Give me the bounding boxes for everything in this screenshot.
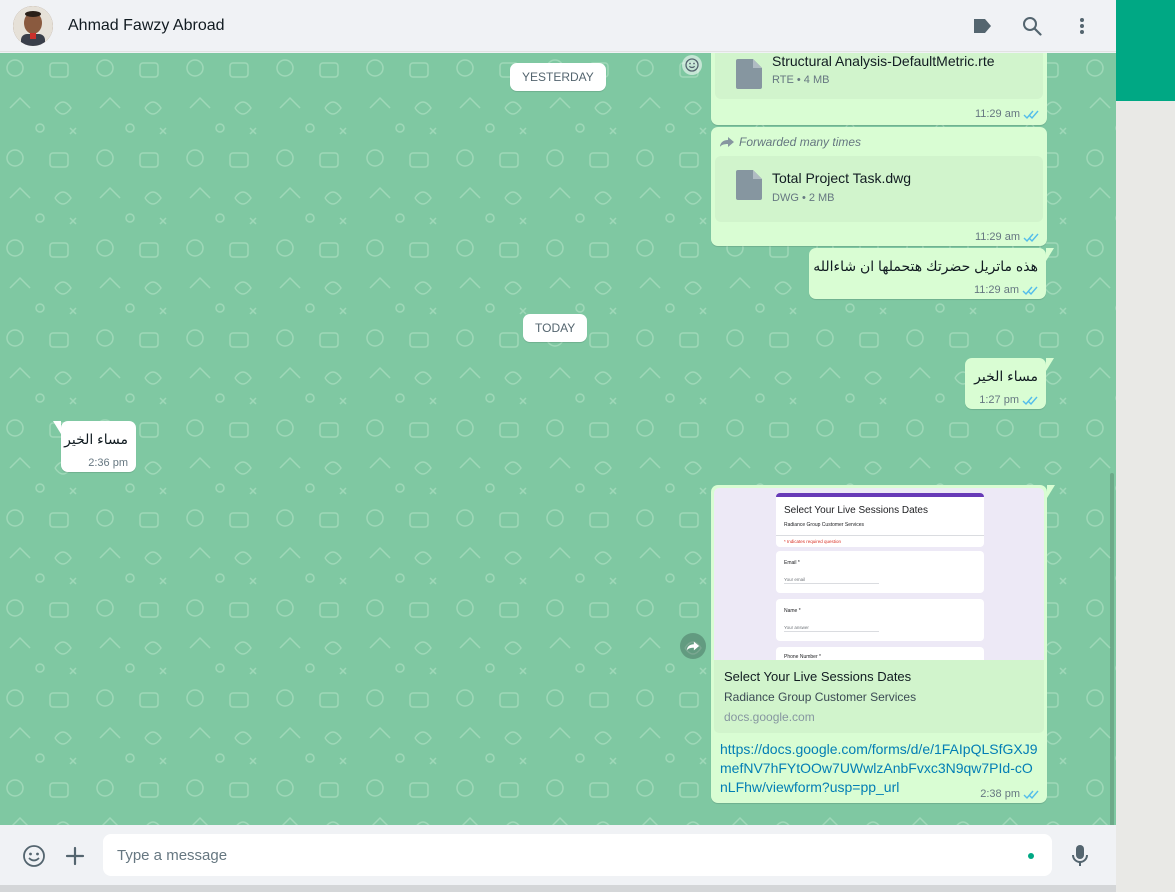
- message-link[interactable]: Select Your Live Sessions Dates Radiance…: [711, 485, 1055, 803]
- read-ticks-icon: [1023, 233, 1039, 242]
- message-text-incoming[interactable]: مساء الخير 2:36 pm: [53, 421, 136, 472]
- document-name: Structural Analysis-DefaultMetric.rte: [772, 53, 995, 69]
- message-time: 11:29 am: [974, 108, 1020, 120]
- message-document[interactable]: Structural Analysis-DefaultMetric.rte RT…: [711, 53, 1047, 125]
- chat-scrollbar[interactable]: [1110, 473, 1114, 825]
- header-actions: [970, 0, 1094, 52]
- preview-form-question: Email * Your email: [776, 551, 984, 593]
- message-input[interactable]: [117, 834, 1007, 876]
- preview-form-question: Name * Your answer: [776, 599, 984, 641]
- chat-header: Ahmad Fawzy Abroad: [0, 0, 1116, 52]
- contact-name[interactable]: Ahmad Fawzy Abroad: [68, 17, 225, 35]
- forwarded-text: Forwarded many times: [739, 135, 862, 149]
- whatsapp-app: Ahmad Fawzy Abroad YESTERDAY Structural …: [0, 0, 1116, 892]
- message-body: هذه ماتريل حضرتك هتحملها ان شاءالله: [813, 258, 1038, 274]
- preview-question-label: Email *: [784, 560, 800, 566]
- date-chip-yesterday: YESTERDAY: [510, 63, 606, 91]
- message-time: 11:29 am: [973, 284, 1019, 296]
- message-time: 1:27 pm: [979, 394, 1019, 406]
- file-icon: [736, 170, 762, 200]
- preview-question-placeholder: Your email: [784, 577, 806, 582]
- forwarded-label: Forwarded many times: [719, 135, 861, 149]
- background-strip-grey: [1116, 101, 1175, 892]
- bottom-edge: [0, 885, 1116, 892]
- message-input-wrapper[interactable]: [103, 834, 1052, 876]
- message-meta: 11:29 am: [974, 284, 1038, 296]
- preview-form-question: Phone Number *: [776, 647, 984, 660]
- link-preview-image[interactable]: Select Your Live Sessions Dates Radiance…: [714, 488, 1044, 660]
- link-preview-description: Radiance Group Customer Services: [724, 690, 917, 704]
- document-name: Total Project Task.dwg: [772, 170, 912, 186]
- read-ticks-icon: [1022, 286, 1038, 295]
- emoji-icon[interactable]: [21, 843, 47, 869]
- message-meta: 2:38 pm: [980, 788, 1039, 800]
- attach-plus-icon[interactable]: [62, 843, 88, 869]
- microphone-icon[interactable]: [1067, 843, 1093, 869]
- menu-dots-icon[interactable]: [1070, 14, 1094, 38]
- file-icon: [736, 59, 762, 89]
- compose-bar: [0, 825, 1116, 885]
- read-ticks-icon: [1023, 110, 1039, 119]
- message-body: مساء الخير: [64, 431, 128, 447]
- search-icon[interactable]: [1020, 14, 1044, 38]
- preview-form-header: Select Your Live Sessions Dates Radiance…: [776, 493, 984, 547]
- message-text[interactable]: هذه ماتريل حضرتك هتحملها ان شاءالله 11:2…: [809, 248, 1054, 299]
- document-box[interactable]: Total Project Task.dwg DWG • 2 MB: [715, 156, 1043, 222]
- read-ticks-icon: [1022, 396, 1038, 405]
- message-meta: 1:27 pm: [979, 394, 1038, 406]
- status-dot: [1028, 853, 1034, 859]
- date-chip-today: TODAY: [523, 314, 588, 342]
- message-time: 2:38 pm: [980, 788, 1020, 800]
- link-preview-domain: docs.google.com: [724, 710, 815, 724]
- react-emoji-icon[interactable]: [682, 55, 702, 75]
- document-box[interactable]: Structural Analysis-DefaultMetric.rte RT…: [715, 53, 1043, 99]
- document-meta: DWG • 2 MB: [772, 192, 835, 204]
- message-time: 11:29 am: [974, 231, 1020, 243]
- forward-message-button[interactable]: [680, 633, 706, 659]
- message-document-forwarded[interactable]: Forwarded many times Total Project Task.…: [711, 127, 1047, 246]
- link-preview-info[interactable]: Select Your Live Sessions Dates Radiance…: [714, 660, 1044, 733]
- message-meta: 11:29 am: [975, 108, 1039, 120]
- preview-question-placeholder: Your answer: [784, 625, 809, 630]
- message-meta: 2:36 pm: [88, 457, 128, 469]
- avatar[interactable]: [13, 5, 53, 46]
- preview-form-subtitle: Radiance Group Customer Services: [784, 522, 865, 528]
- preview-required-note: * Indicates required question: [784, 539, 842, 544]
- link-preview-title: Select Your Live Sessions Dates: [724, 669, 912, 684]
- message-text[interactable]: مساء الخير 1:27 pm: [965, 358, 1054, 409]
- message-time: 2:36 pm: [88, 457, 128, 469]
- document-meta: RTE • 4 MB: [772, 74, 830, 86]
- read-ticks-icon: [1023, 790, 1039, 799]
- preview-form-title: Select Your Live Sessions Dates: [784, 505, 928, 516]
- preview-question-label: Name *: [784, 608, 801, 614]
- forward-icon: [720, 137, 734, 147]
- background-strip-green: [1116, 0, 1175, 101]
- message-meta: 11:29 am: [975, 231, 1039, 243]
- message-body: مساء الخير: [974, 368, 1038, 384]
- forward-icon: [686, 641, 700, 651]
- label-icon[interactable]: [970, 14, 994, 38]
- chat-panel[interactable]: YESTERDAY Structural Analysis-DefaultMet…: [0, 53, 1116, 825]
